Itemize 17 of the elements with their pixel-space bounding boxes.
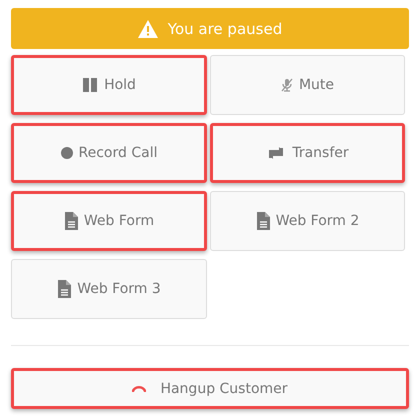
document-icon bbox=[64, 212, 78, 230]
banner-text: You are paused bbox=[168, 20, 282, 38]
muted-microphone-icon bbox=[280, 78, 293, 92]
record-icon bbox=[60, 147, 73, 159]
action-button[interactable]: Mute bbox=[210, 55, 405, 115]
action-button[interactable]: Web Form 2 bbox=[210, 191, 405, 251]
action-button[interactable]: Record Call bbox=[11, 123, 207, 183]
action-button[interactable]: Web Form bbox=[11, 191, 207, 251]
pause-icon bbox=[82, 77, 98, 93]
hangup-phone-icon bbox=[132, 385, 146, 392]
document-icon bbox=[256, 212, 270, 230]
action-button[interactable]: Hold bbox=[11, 55, 207, 115]
action-button[interactable]: Web Form 3 bbox=[11, 259, 207, 319]
warning-icon bbox=[138, 20, 158, 38]
action-button[interactable]: Transfer bbox=[210, 123, 405, 183]
hangup-button[interactable]: Hangup Customer bbox=[11, 368, 409, 409]
document-icon bbox=[57, 280, 72, 298]
